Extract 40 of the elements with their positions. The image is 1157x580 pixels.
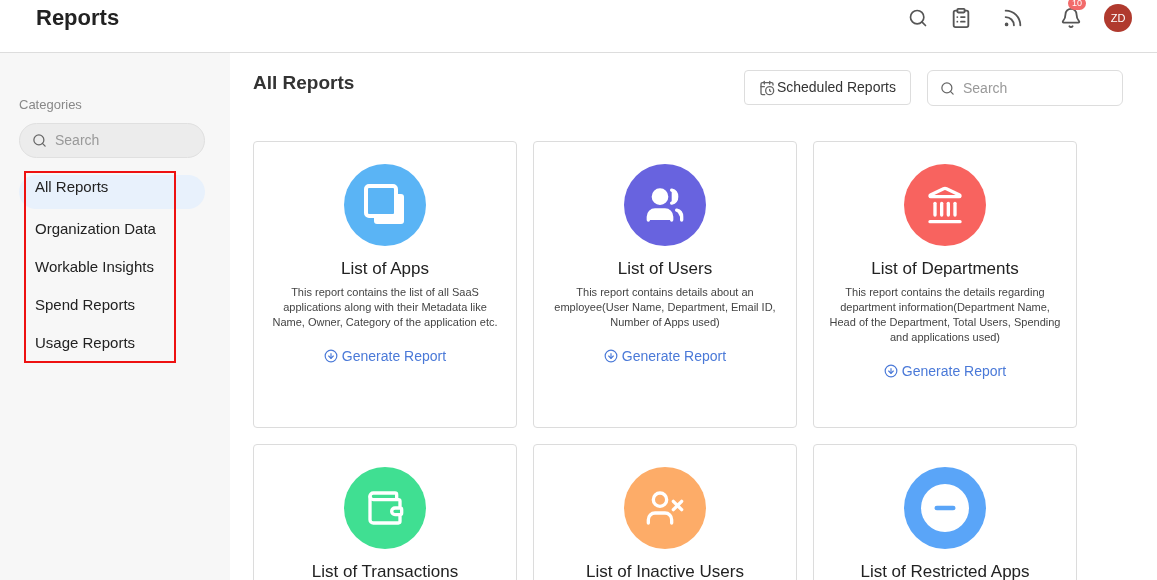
page-title: Reports <box>36 3 120 32</box>
feed-icon[interactable] <box>1002 7 1024 29</box>
overlapping-squares-icon <box>364 184 406 226</box>
report-description: This report contains the details regarding department information(Department Name, Head of the Department, Total Users, Spending and applications used) <box>828 284 1062 345</box>
category-item[interactable]: Workable Insights <box>19 250 205 285</box>
generate-report-link[interactable]: Generate Report <box>323 345 447 367</box>
report-title: List of Users <box>617 258 713 280</box>
search-icon <box>940 81 955 96</box>
notification-badge: 10 <box>1068 0 1086 10</box>
download-icon <box>883 364 898 378</box>
download-icon <box>323 349 338 363</box>
building-icon <box>925 185 965 225</box>
clipboard-icon[interactable] <box>950 7 972 29</box>
report-title: List of Restricted Apps <box>860 561 1030 580</box>
scheduled-reports-button[interactable]: Scheduled Reports <box>743 70 911 105</box>
search-icon <box>32 132 47 148</box>
report-search-field[interactable]: Search <box>927 70 1123 106</box>
report-description: This report contains details about an employee(User Name, Department, Email ID, Number of Apps used) <box>553 284 777 330</box>
report-title: List of Inactive Users <box>586 561 744 580</box>
report-description: This report contains the list of all SaaS applications along with their Metadata like Name, Owner, Category of the application etc. <box>271 284 499 330</box>
notification-icon[interactable] <box>1060 7 1082 29</box>
generate-report-link[interactable]: Generate Report <box>603 345 727 367</box>
report-title: List of Apps <box>341 258 429 280</box>
category-item[interactable]: All Reports <box>19 174 205 209</box>
category-item[interactable]: Spend Reports <box>19 288 205 323</box>
users-icon <box>645 185 685 225</box>
category-item[interactable]: Organization Data <box>19 212 205 247</box>
report-title: List of Transactions <box>311 561 459 580</box>
category-item[interactable]: Usage Reports <box>19 326 205 361</box>
search-icon[interactable] <box>908 8 928 28</box>
calendar-clock-icon <box>758 79 775 96</box>
download-icon <box>603 349 618 363</box>
report-title: List of Departments <box>871 258 1019 280</box>
category-search-field[interactable]: Search <box>19 122 205 158</box>
wallet-icon <box>365 488 405 528</box>
user-avatar[interactable]: ZD <box>1104 4 1132 32</box>
sidebar-heading: Categories <box>19 96 83 114</box>
user-remove-icon <box>645 488 685 528</box>
section-title: All Reports <box>253 71 355 95</box>
generate-report-link[interactable]: Generate Report <box>883 360 1007 382</box>
